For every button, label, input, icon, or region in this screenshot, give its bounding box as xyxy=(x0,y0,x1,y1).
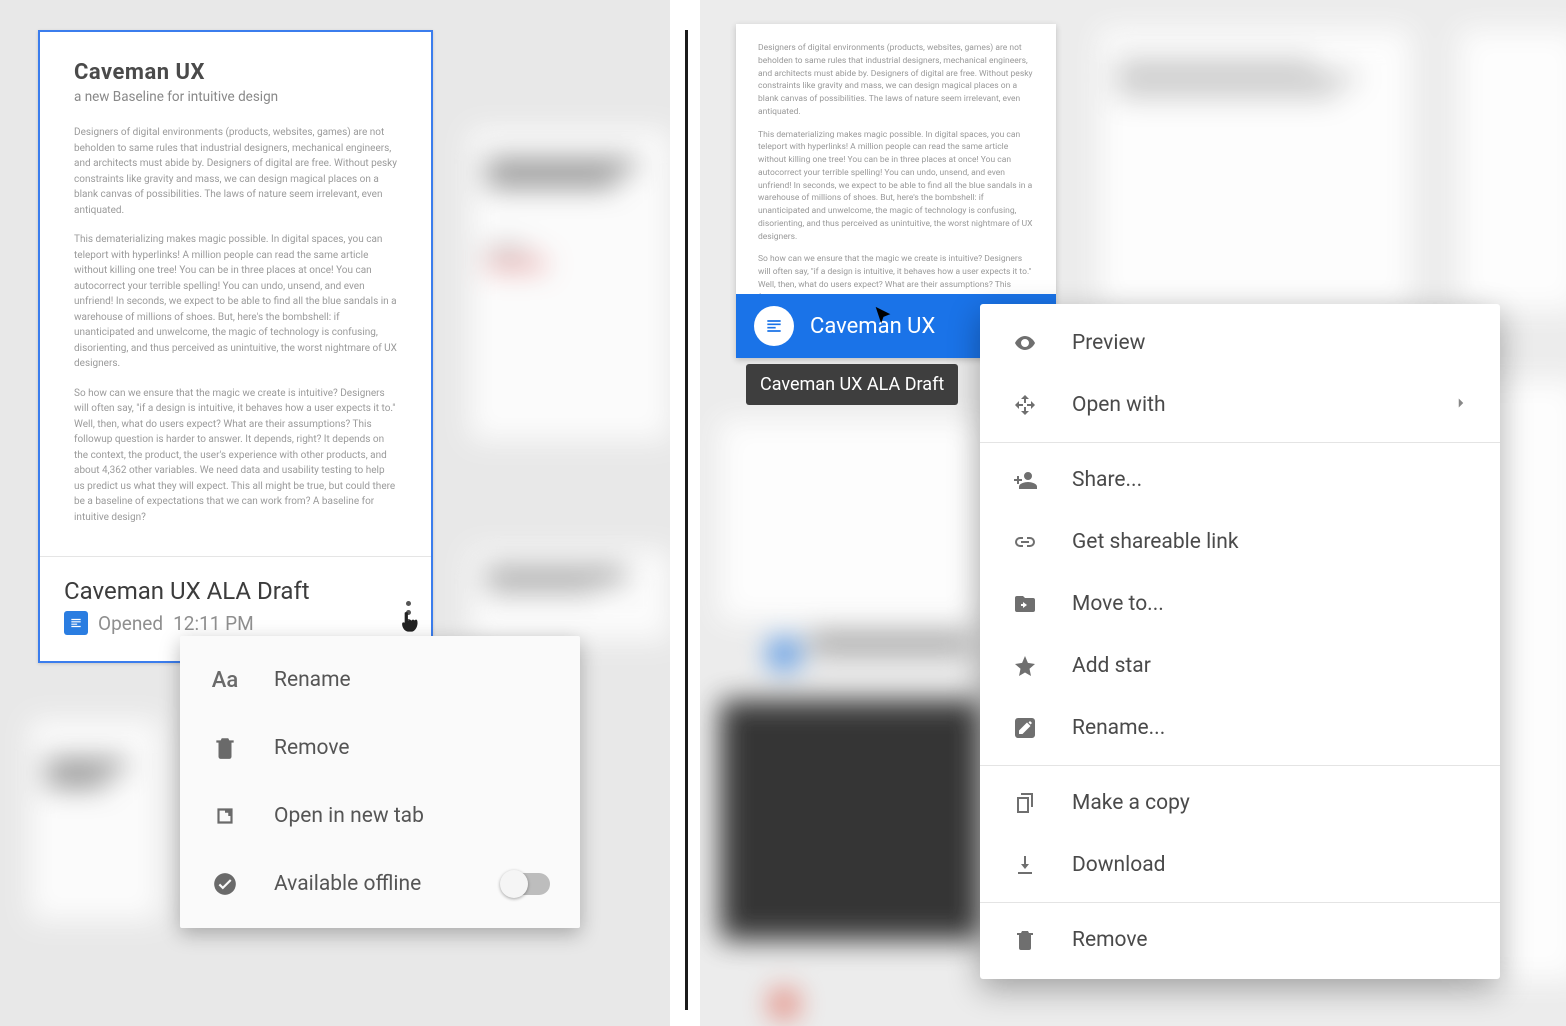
menu-label: Remove xyxy=(1072,928,1470,952)
menu-label: Open with xyxy=(1072,393,1420,417)
open-in-new-tab-icon xyxy=(210,801,240,831)
menu-item-remove[interactable]: Remove xyxy=(180,714,580,782)
menu-label: Share... xyxy=(1072,468,1470,492)
menu-item-available-offline[interactable]: Available offline xyxy=(180,850,580,918)
menu-label: Make a copy xyxy=(1072,791,1470,815)
menu-label: Add star xyxy=(1072,654,1470,678)
google-docs-icon xyxy=(754,306,794,346)
menu-item-rename[interactable]: Aa Rename xyxy=(180,646,580,714)
menu-label: Download xyxy=(1072,853,1470,877)
menu-item-rename[interactable]: Rename... xyxy=(980,697,1500,759)
rename-icon: Aa xyxy=(210,665,240,695)
menu-label: Rename... xyxy=(1072,716,1470,740)
copy-icon xyxy=(1010,788,1040,818)
preview-paragraph: This dematerializing makes magic possibl… xyxy=(758,129,1034,244)
menu-item-move-to[interactable]: Move to... xyxy=(980,573,1500,635)
menu-item-make-copy[interactable]: Make a copy xyxy=(980,772,1500,834)
menu-item-remove[interactable]: Remove xyxy=(980,909,1500,971)
offline-check-icon xyxy=(210,869,240,899)
menu-item-add-star[interactable]: Add star xyxy=(980,635,1500,697)
google-docs-icon xyxy=(64,611,88,635)
menu-label: Preview xyxy=(1072,331,1470,355)
opened-time: 12:11 PM xyxy=(173,612,254,635)
menu-item-download[interactable]: Download xyxy=(980,834,1500,896)
document-card[interactable]: Caveman UX a new Baseline for intuitive … xyxy=(38,30,433,663)
doc-title: Caveman UX xyxy=(74,60,397,85)
filename-tooltip: Caveman UX ALA Draft xyxy=(746,364,958,405)
menu-item-open-with[interactable]: Open with xyxy=(980,374,1500,436)
preview-paragraph: So how can we ensure that the magic we c… xyxy=(758,253,1034,294)
right-panel: Designers of digital environments (produ… xyxy=(700,0,1566,1026)
pencil-icon xyxy=(1010,713,1040,743)
open-with-icon xyxy=(1010,390,1040,420)
menu-label: Remove xyxy=(274,736,550,760)
doc-subtitle: a new Baseline for intuitive design xyxy=(74,89,397,105)
menu-separator xyxy=(980,902,1500,903)
document-preview: Caveman UX a new Baseline for intuitive … xyxy=(40,32,431,556)
chevron-right-icon xyxy=(1452,394,1470,416)
context-menu-drive: Preview Open with Share... Get shareable… xyxy=(980,304,1500,979)
document-filename: Caveman UX ALA Draft xyxy=(64,577,407,605)
menu-item-open-new-tab[interactable]: Open in new tab xyxy=(180,782,580,850)
menu-label: Rename xyxy=(274,668,550,692)
context-menu-docs-home: Aa Rename Remove Open in new tab Availa xyxy=(180,636,580,928)
trash-icon xyxy=(1010,925,1040,955)
left-panel: Caveman UX a new Baseline for intuitive … xyxy=(0,0,670,1026)
menu-label: Open in new tab xyxy=(274,804,550,828)
menu-item-preview[interactable]: Preview xyxy=(980,312,1500,374)
person-add-icon xyxy=(1010,465,1040,495)
panel-divider xyxy=(685,30,688,1010)
menu-separator xyxy=(980,442,1500,443)
eye-icon xyxy=(1010,328,1040,358)
doc-paragraph: Designers of digital environments (produ… xyxy=(74,125,397,218)
star-icon xyxy=(1010,651,1040,681)
menu-item-get-link[interactable]: Get shareable link xyxy=(980,511,1500,573)
file-preview: Designers of digital environments (produ… xyxy=(736,24,1056,294)
trash-icon xyxy=(210,733,240,763)
download-icon xyxy=(1010,850,1040,880)
menu-separator xyxy=(980,765,1500,766)
doc-paragraph: This dematerializing makes magic possibl… xyxy=(74,232,397,372)
menu-label: Get shareable link xyxy=(1072,530,1470,554)
menu-item-share[interactable]: Share... xyxy=(980,449,1500,511)
folder-move-icon xyxy=(1010,589,1040,619)
link-icon xyxy=(1010,527,1040,557)
arrow-cursor-icon xyxy=(872,305,894,331)
offline-toggle[interactable] xyxy=(502,873,550,895)
preview-paragraph: Designers of digital environments (produ… xyxy=(758,42,1034,119)
menu-label: Available offline xyxy=(274,872,468,896)
menu-label: Move to... xyxy=(1072,592,1470,616)
doc-paragraph: So how can we ensure that the magic we c… xyxy=(74,386,397,526)
opened-label: Opened xyxy=(98,612,163,635)
